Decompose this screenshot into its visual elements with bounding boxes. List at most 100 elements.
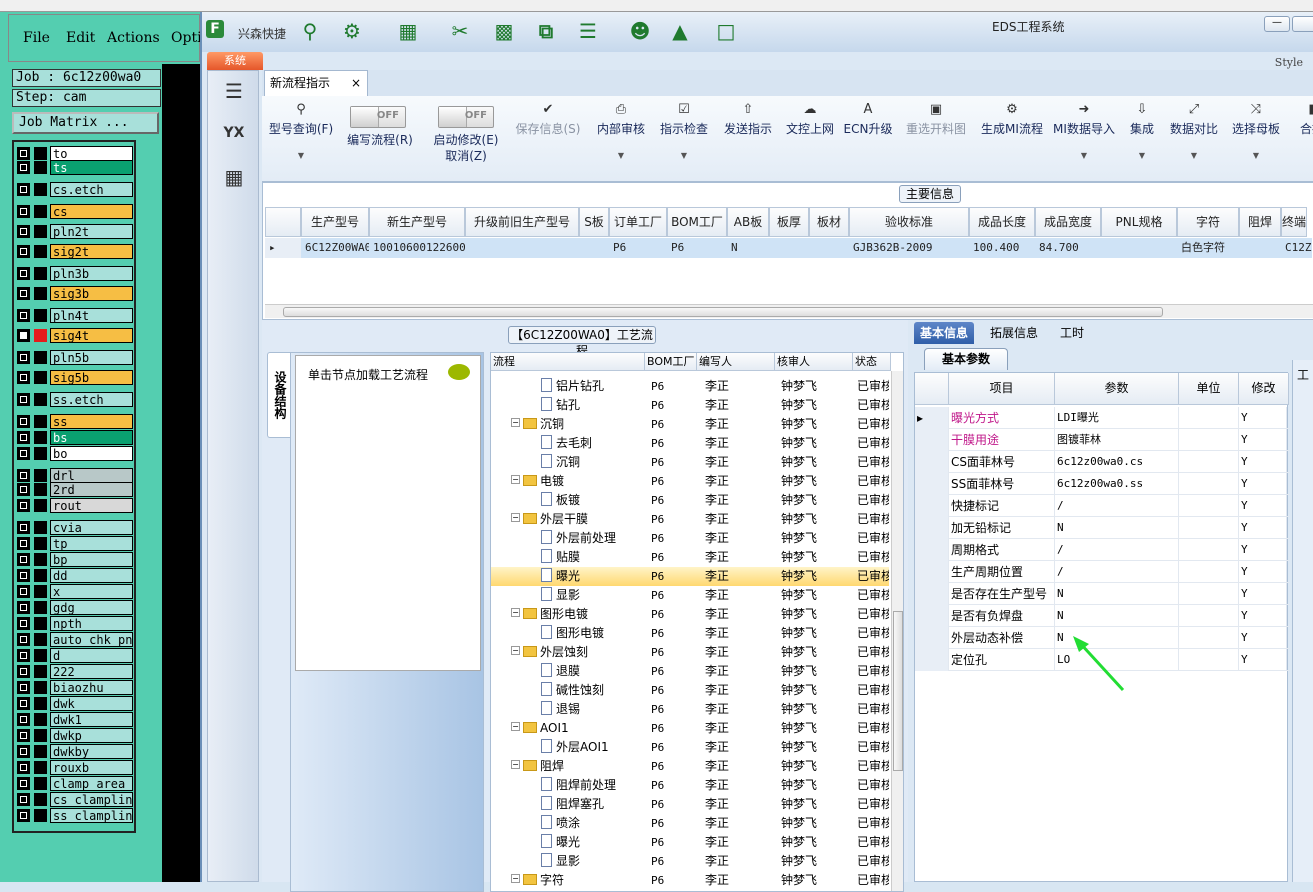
layer-checkbox[interactable] (17, 665, 30, 678)
reselect-button[interactable]: ▣ 重选开料图 (902, 100, 970, 180)
tree-row[interactable]: 外层AOI1 P6 李正 钟梦飞 已审核 (491, 738, 889, 757)
layer-row[interactable]: pln2t (17, 224, 133, 239)
layer-checkbox[interactable] (17, 393, 30, 406)
gen-mi-button[interactable]: ⚙ 生成MI流程 (978, 100, 1046, 180)
layer-row[interactable]: auto_chk_pni (17, 632, 133, 647)
grid-header[interactable]: 订单工厂 (609, 207, 667, 237)
tree-row[interactable]: 曝光 P6 李正 钟梦飞 已审核 (491, 833, 889, 852)
tree-row[interactable]: 钻孔 P6 李正 钟梦飞 已审核 (491, 396, 889, 415)
collapse-icon[interactable]: − (511, 722, 520, 731)
tree-node[interactable]: − 阻焊 (511, 757, 645, 776)
params-row[interactable]: SS面菲林号 6c12z00wa0.ss Y (915, 473, 1289, 495)
scissors-icon[interactable]: ✂ (448, 20, 472, 42)
params-cell-value[interactable]: LDI曝光 (1055, 407, 1179, 429)
internal-review-button[interactable]: ⎙ 内部审核 ▼ (594, 100, 648, 180)
tree-row[interactable]: 去毛刺 P6 李正 钟梦飞 已审核 (491, 434, 889, 453)
window-icon[interactable]: □ (714, 20, 738, 42)
tree-node[interactable]: 阻焊前处理 (541, 776, 645, 795)
layer-checkbox[interactable] (17, 521, 30, 534)
params-row[interactable]: 是否存在生产型号 N Y (915, 583, 1289, 605)
layer-row[interactable]: biaozhu (17, 680, 133, 695)
tree-row[interactable]: − 外层干膜 P6 李正 钟梦飞 已审核 (491, 510, 889, 529)
collapse-icon[interactable]: − (511, 475, 520, 484)
layer-row[interactable]: 222 (17, 664, 133, 679)
params-cell-value[interactable]: / (1055, 495, 1179, 517)
cancel-text[interactable]: 取消(Z) (445, 149, 487, 163)
grid-header[interactable]: 升级前旧生产型号 (465, 207, 579, 237)
layer-row[interactable]: cs (17, 204, 133, 219)
layer-row[interactable]: bp (17, 552, 133, 567)
grid-cell[interactable]: 100.400 (969, 238, 1035, 258)
layer-affected-box[interactable] (34, 329, 47, 342)
tree-row[interactable]: − 电镀 P6 李正 钟梦飞 已审核 (491, 472, 889, 491)
layer-checkbox[interactable] (17, 681, 30, 694)
grid-cell[interactable] (1101, 238, 1177, 258)
layer-checkbox[interactable] (17, 761, 30, 774)
layer-row[interactable]: dwkby (17, 744, 133, 759)
menu-edit[interactable]: Edit (66, 30, 95, 46)
layer-row[interactable]: d (17, 648, 133, 663)
layer-checkbox[interactable] (17, 329, 30, 342)
layer-checkbox[interactable] (17, 601, 30, 614)
integrate-button[interactable]: ⇩ 集成 ▼ (1124, 100, 1160, 180)
layer-affected-box[interactable] (34, 649, 47, 662)
grid-header[interactable]: 字符 (1177, 207, 1239, 237)
layer-checkbox[interactable] (17, 469, 30, 482)
grid-cell[interactable] (1239, 238, 1281, 258)
tree-header-cell[interactable]: 编写人 (697, 353, 775, 371)
grid-header[interactable]: 阻焊 (1239, 207, 1281, 237)
layer-checkbox[interactable] (17, 267, 30, 280)
layer-row[interactable]: bs (17, 430, 133, 445)
layer-affected-box[interactable] (34, 537, 47, 550)
hamburger-icon[interactable]: ☰ (216, 75, 252, 107)
layer-checkbox[interactable] (17, 569, 30, 582)
params-cell-value[interactable]: N (1055, 517, 1179, 539)
menu-actions[interactable]: Actions (107, 30, 160, 46)
tree-row[interactable]: 阻焊前处理 P6 李正 钟梦飞 已审核 (491, 776, 889, 795)
tree-row[interactable]: −字符 P6 李正 钟梦飞 已审核 (491, 871, 889, 890)
layer-affected-box[interactable] (34, 267, 47, 280)
tree-row[interactable]: 外层前处理 P6 李正 钟梦飞 已审核 (491, 529, 889, 548)
grid-cell[interactable]: N (727, 238, 769, 258)
layer-row[interactable]: tp (17, 536, 133, 551)
tree-node[interactable]: − 外层蚀刻 (511, 643, 645, 662)
layer-row[interactable]: pln4t (17, 308, 133, 323)
layer-affected-box[interactable] (34, 585, 47, 598)
layer-checkbox[interactable] (17, 617, 30, 630)
grid-header[interactable]: 生产型号 (301, 207, 369, 237)
scrollbar-thumb[interactable] (283, 307, 1163, 317)
layer-affected-box[interactable] (34, 205, 47, 218)
tree-row[interactable]: 板镀 P6 李正 钟梦飞 已审核 (491, 491, 889, 510)
grid-header[interactable]: AB板 (727, 207, 769, 237)
tree-node[interactable]: − 沉铜 (511, 415, 645, 434)
layer-row[interactable]: dwkp (17, 728, 133, 743)
layer-checkbox[interactable] (17, 205, 30, 218)
layer-checkbox[interactable] (17, 161, 30, 174)
layer-checkbox[interactable] (17, 371, 30, 384)
layer-checkbox[interactable] (17, 499, 30, 512)
params-header[interactable]: 参数 (1055, 373, 1179, 405)
grid-cell[interactable]: P6 (667, 238, 727, 258)
tree-header-cell[interactable]: BOM工厂 (645, 353, 697, 371)
tree-row[interactable]: 贴膜 P6 李正 钟梦飞 已审核 (491, 548, 889, 567)
layer-checkbox[interactable] (17, 537, 30, 550)
horizontal-scrollbar[interactable] (265, 304, 1313, 318)
system-tab[interactable]: 系统 (207, 52, 263, 70)
layer-row[interactable]: dd (17, 568, 133, 583)
layer-affected-box[interactable] (34, 147, 47, 160)
merge-button[interactable]: ▮ 合拼 (1292, 100, 1313, 180)
layer-row[interactable]: 2rd (17, 482, 133, 497)
layer-affected-box[interactable] (34, 309, 47, 322)
layer-row[interactable]: pln5b (17, 350, 133, 365)
vertical-scrollbar[interactable] (891, 371, 903, 891)
layer-affected-box[interactable] (34, 245, 47, 258)
layer-row[interactable]: pln3b (17, 266, 133, 281)
grid-cell[interactable]: GJB362B-2009 (849, 238, 969, 258)
layer-checkbox[interactable] (17, 649, 30, 662)
tree-node[interactable]: 曝光 (541, 567, 645, 586)
tree-row[interactable]: 沉铜 P6 李正 钟梦飞 已审核 (491, 453, 889, 472)
tree-node[interactable]: 阻焊塞孔 (541, 795, 645, 814)
tree-node[interactable]: 去毛刺 (541, 434, 645, 453)
layer-affected-box[interactable] (34, 729, 47, 742)
chart-icon[interactable]: ▲ (668, 20, 692, 42)
